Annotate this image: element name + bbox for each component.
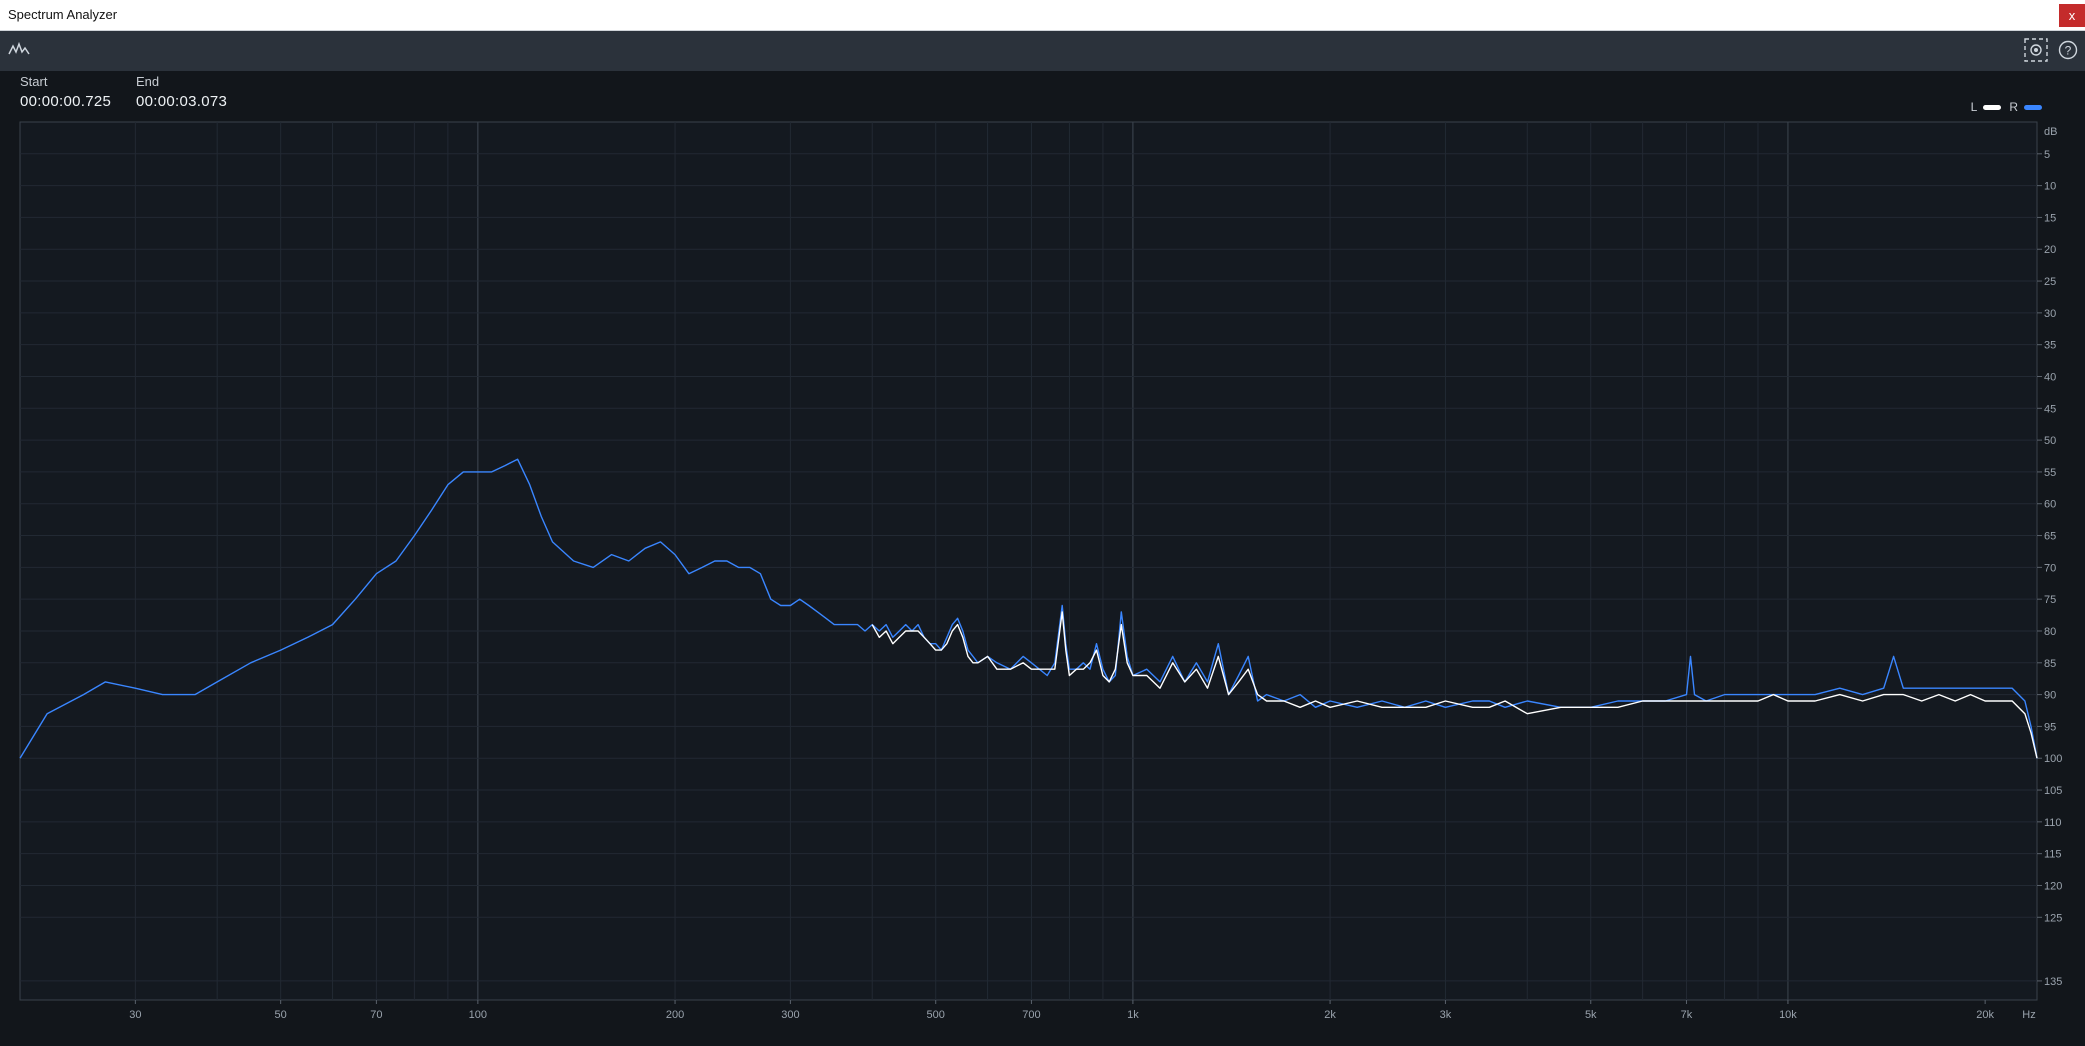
x-tick-label: 500 bbox=[927, 1009, 945, 1021]
x-tick-label: 5k bbox=[1585, 1009, 1597, 1021]
x-tick-label: 1k bbox=[1127, 1009, 1139, 1021]
y-tick-label: 115 bbox=[2044, 849, 2062, 861]
y-tick-label: 110 bbox=[2044, 817, 2062, 829]
plot-area bbox=[19, 121, 2038, 1001]
y-tick-label: 70 bbox=[2044, 562, 2056, 574]
y-tick-label: 20 bbox=[2044, 244, 2056, 256]
y-tick-label: 125 bbox=[2044, 912, 2062, 924]
y-tick-label: 90 bbox=[2044, 690, 2056, 702]
x-tick-label: 300 bbox=[781, 1009, 799, 1021]
y-tick-label: 80 bbox=[2044, 626, 2056, 638]
x-tick-label: 70 bbox=[370, 1009, 382, 1021]
y-tick-label: 85 bbox=[2044, 658, 2056, 670]
y-tick-label: 25 bbox=[2044, 276, 2056, 288]
y-tick-label: 75 bbox=[2044, 594, 2056, 606]
x-tick-label: 3k bbox=[1440, 1009, 1452, 1021]
y-tick-label: 55 bbox=[2044, 467, 2056, 479]
x-tick-label: 10k bbox=[1779, 1009, 1797, 1021]
y-axis-label: dB bbox=[2044, 126, 2057, 138]
y-tick-label: 5 bbox=[2044, 149, 2050, 161]
x-tick-label: 100 bbox=[469, 1009, 487, 1021]
y-tick-label: 30 bbox=[2044, 308, 2056, 320]
x-tick-label: 2k bbox=[1324, 1009, 1336, 1021]
y-tick-label: 40 bbox=[2044, 371, 2056, 383]
x-tick-label: 20k bbox=[1976, 1009, 1994, 1021]
spectrum-plot[interactable]: 5 10 15 20 25 30 35 40 45 50 55 60 65 70 75 80 85 90 95 100… bbox=[0, 0, 2085, 1046]
x-tick-label: 700 bbox=[1022, 1009, 1040, 1021]
x-tick-label: 7k bbox=[1681, 1009, 1693, 1021]
y-tick-label: 95 bbox=[2044, 721, 2056, 733]
x-axis-label: Hz bbox=[2022, 1009, 2035, 1021]
x-tick-label: 50 bbox=[275, 1009, 287, 1021]
y-tick-label: 135 bbox=[2044, 976, 2062, 988]
y-tick-label: 50 bbox=[2044, 435, 2056, 447]
y-tick-label: 15 bbox=[2044, 212, 2056, 224]
y-tick-label: 120 bbox=[2044, 880, 2062, 892]
x-tick-label: 30 bbox=[129, 1009, 141, 1021]
y-tick-label: 35 bbox=[2044, 340, 2056, 352]
y-tick-label: 60 bbox=[2044, 499, 2056, 511]
y-tick-label: 100 bbox=[2044, 753, 2062, 765]
y-tick-label: 65 bbox=[2044, 531, 2056, 543]
x-tick-label: 200 bbox=[666, 1009, 684, 1021]
y-tick-label: 10 bbox=[2044, 181, 2056, 193]
y-tick-label: 45 bbox=[2044, 403, 2056, 415]
y-tick-label: 105 bbox=[2044, 785, 2062, 797]
